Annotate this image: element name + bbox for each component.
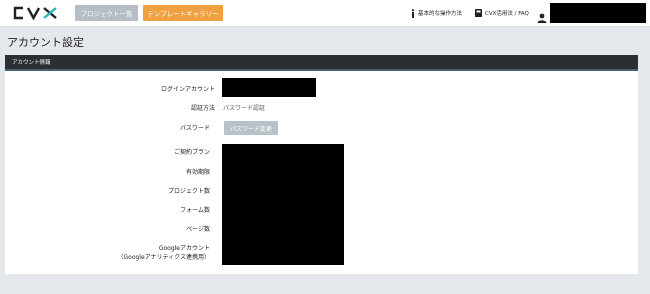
google-account-label: Googleアカウント: [158, 245, 210, 252]
basic-operation-label: 基本的な操作方法: [418, 11, 463, 17]
cvx-logo[interactable]: [11, 3, 61, 23]
password-label: パスワード: [179, 125, 210, 132]
page-title: アカウント設定: [7, 36, 84, 49]
login-account-label: ログインアカウント: [160, 86, 215, 93]
redacted-login-account: [222, 78, 316, 97]
plan-label: ご契約プラン: [173, 149, 210, 156]
redacted-plan-details: [222, 144, 344, 265]
page-count-label: ページ数: [186, 226, 210, 233]
faq-label: CVX活用法 / FAQ: [485, 11, 529, 17]
template-gallery-button[interactable]: テンプレートギャラリー: [143, 5, 223, 21]
form-count-label: フォーム数: [180, 207, 210, 214]
change-password-button[interactable]: パスワード変更: [224, 121, 278, 135]
book-icon: [475, 9, 482, 17]
auth-method-value: パスワード認証: [223, 105, 266, 112]
project-count-label: プロジェクト数: [167, 188, 210, 195]
top-navigation-bar: プロジェクト一覧 テンプレートギャラリー 基本的な操作方法 CVX活用法 / F…: [0, 0, 650, 27]
expiry-label: 有効期限: [185, 169, 210, 176]
basic-operation-link[interactable]: 基本的な操作方法: [411, 7, 462, 19]
redacted-user-name[interactable]: [550, 3, 646, 23]
section-title: アカウント情報: [12, 60, 51, 66]
project-list-button[interactable]: プロジェクト一覧: [75, 5, 138, 21]
cvx-logo-icon: [13, 6, 57, 21]
auth-method-label: 認証方法: [190, 105, 215, 112]
faq-link[interactable]: CVX活用法 / FAQ: [475, 7, 529, 19]
google-account-sublabel: （Googleアナリティクス連携用）: [117, 254, 211, 261]
user-icon[interactable]: [537, 8, 547, 23]
account-info-card: アカウント情報 ログインアカウント 認証方法 パスワード認証 パスワード ご契約…: [5, 55, 638, 274]
info-icon: [411, 8, 415, 18]
section-header: アカウント情報: [5, 55, 638, 71]
